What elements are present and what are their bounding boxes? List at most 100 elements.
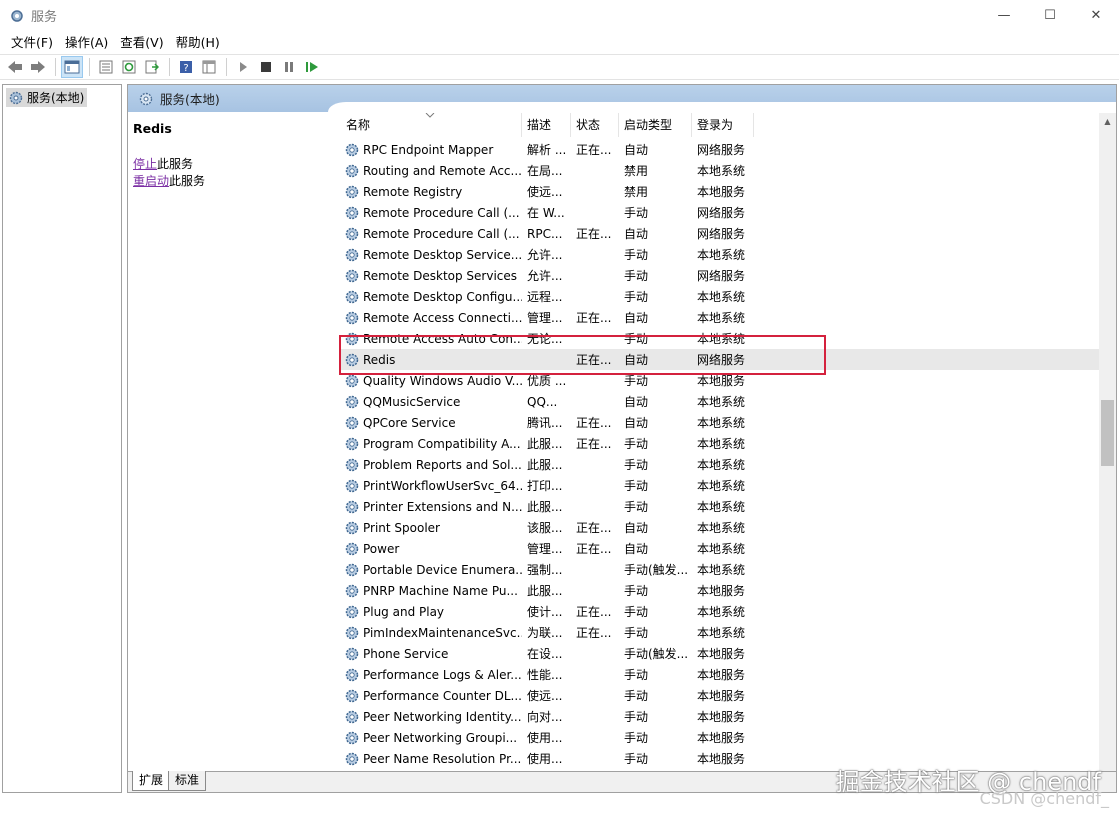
table-row[interactable]: QPCore Service 腾讯... 正在... 自动 本地系统	[341, 412, 1101, 433]
table-row[interactable]: Peer Networking Identity... 向对... 手动 本地服务	[341, 706, 1101, 727]
tab-extended[interactable]: 扩展	[132, 771, 171, 791]
service-desc-cell: 使用...	[527, 752, 563, 766]
table-row[interactable]: PrintWorkflowUserSvc_64... 打印... 手动 本地系统	[341, 475, 1101, 496]
service-name-cell: Remote Access Connecti...	[341, 310, 522, 326]
scroll-up-icon[interactable]: ▲	[1099, 113, 1116, 130]
toolbar: ?	[0, 54, 1119, 80]
table-row[interactable]: Portable Device Enumera... 强制... 手动(触发... 本…	[341, 559, 1101, 580]
help-icon[interactable]: ?	[175, 56, 197, 78]
service-startup-cell: 手动(触发...	[624, 563, 689, 577]
maximize-button[interactable]: ☐	[1027, 0, 1073, 31]
table-row[interactable]: Remote Desktop Configu... 远程... 手动 本地系统	[341, 286, 1101, 307]
table-row[interactable]: Peer Networking Groupi... 使用... 手动 本地服务	[341, 727, 1101, 748]
table-row[interactable]: Printer Extensions and N... 此服... 手动 本地系统	[341, 496, 1101, 517]
table-row[interactable]: Remote Registry 使远... 禁用 本地服务	[341, 181, 1101, 202]
service-gear-icon	[345, 311, 359, 324]
service-desc-cell: 腾讯...	[527, 416, 563, 430]
stop-service-icon[interactable]	[255, 56, 277, 78]
column-header-logon[interactable]: 登录为	[692, 113, 754, 137]
tree-node-services-local[interactable]: 服务(本地)	[6, 88, 88, 107]
column-header-startup[interactable]: 启动类型	[619, 113, 692, 137]
start-service-icon[interactable]	[232, 56, 254, 78]
service-desc-cell: 在 W...	[527, 206, 565, 220]
restart-service-suffix: 此服务	[169, 174, 206, 188]
service-name-cell: QPCore Service	[341, 415, 522, 431]
service-startup-cell: 手动	[624, 668, 649, 682]
table-row[interactable]: Routing and Remote Acc... 在局... 禁用 本地系统	[341, 160, 1101, 181]
table-row[interactable]: Program Compatibility A... 此服... 正在... 手动 本地…	[341, 433, 1101, 454]
service-startup-cell: 禁用	[624, 164, 649, 178]
menu-action[interactable]: 操作(A)	[59, 32, 114, 54]
table-row[interactable]: Remote Procedure Call (... 在 W... 手动 网络服务	[341, 202, 1101, 223]
table-row[interactable]: RPC Endpoint Mapper 解析 ... 正在... 自动 网络服务	[341, 139, 1101, 160]
restart-service-link[interactable]: 重启动	[133, 174, 169, 188]
table-row[interactable]: Plug and Play 使计... 正在... 手动 本地系统	[341, 601, 1101, 622]
table-row[interactable]: Problem Reports and Sol... 此服... 手动 本地系统	[341, 454, 1101, 475]
column-header-status[interactable]: 状态	[571, 113, 619, 137]
service-name-cell: Printer Extensions and N...	[341, 499, 522, 515]
sort-chevron-icon	[425, 113, 435, 118]
table-row[interactable]: Redis 正在... 自动 网络服务	[341, 349, 1101, 370]
service-status-cell: 正在...	[576, 437, 612, 451]
table-row[interactable]: Remote Desktop Services 允许... 手动 网络服务	[341, 265, 1101, 286]
service-desc-cell: 使远...	[527, 185, 563, 199]
service-status-cell: 正在...	[576, 626, 612, 640]
back-arrow-icon[interactable]	[4, 56, 26, 78]
service-logon-cell: 本地服务	[697, 584, 746, 598]
pause-service-icon[interactable]	[278, 56, 300, 78]
view-icon[interactable]	[198, 56, 220, 78]
service-name-cell: Remote Procedure Call (...	[341, 205, 522, 221]
table-row[interactable]: Remote Access Connecti... 管理... 正在... 自动 本地系…	[341, 307, 1101, 328]
refresh-icon[interactable]	[118, 56, 140, 78]
service-logon-cell: 本地系统	[697, 458, 746, 472]
column-header-desc[interactable]: 描述	[522, 113, 571, 137]
table-row[interactable]: PimIndexMaintenanceSvc... 为联... 正在... 手动 本地系…	[341, 622, 1101, 643]
service-startup-cell: 手动	[624, 374, 649, 388]
service-status-cell: 正在...	[576, 542, 612, 556]
forward-arrow-icon[interactable]	[27, 56, 49, 78]
toolbar-separator	[55, 58, 56, 76]
table-row[interactable]: Power 管理... 正在... 自动 本地系统	[341, 538, 1101, 559]
toolbar-separator	[226, 58, 227, 76]
table-row[interactable]: Remote Access Auto Con... 无论... 手动 本地系统	[341, 328, 1101, 349]
service-name-cell: Performance Counter DL...	[341, 688, 522, 704]
menu-view[interactable]: 查看(V)	[114, 32, 169, 54]
column-header-row: 名称 描述 状态 启动类型 登录为	[341, 113, 1101, 137]
table-row[interactable]: Quality Windows Audio V... 优质 ... 手动 本地服务	[341, 370, 1101, 391]
properties-icon[interactable]	[95, 56, 117, 78]
restart-service-icon[interactable]	[301, 56, 323, 78]
export-list-icon[interactable]	[141, 56, 163, 78]
table-row[interactable]: PNRP Machine Name Pu... 此服... 手动 本地服务	[341, 580, 1101, 601]
stop-service-link[interactable]: 停止	[133, 157, 157, 171]
table-row[interactable]: Phone Service 在设... 手动(触发... 本地服务	[341, 643, 1101, 664]
table-row[interactable]: Performance Logs & Aler... 性能... 手动 本地服务	[341, 664, 1101, 685]
column-header-name[interactable]: 名称	[341, 113, 522, 137]
tab-standard[interactable]: 标准	[168, 771, 207, 791]
service-name: RPC Endpoint Mapper	[363, 142, 494, 157]
service-logon-cell: 本地系统	[697, 563, 746, 577]
service-name: PimIndexMaintenanceSvc...	[363, 625, 522, 640]
table-row[interactable]: Remote Desktop Service... 允许... 手动 本地系统	[341, 244, 1101, 265]
services-gear-icon	[11, 9, 23, 22]
service-desc-cell: 此服...	[527, 437, 563, 451]
menu-help[interactable]: 帮助(H)	[170, 32, 226, 54]
service-gear-icon	[345, 353, 359, 366]
service-gear-icon	[345, 731, 359, 744]
table-row[interactable]: Print Spooler 该服... 正在... 自动 本地系统	[341, 517, 1101, 538]
service-logon-cell: 网络服务	[697, 143, 746, 157]
scrollbar-thumb[interactable]	[1101, 400, 1114, 466]
service-name-cell: Power	[341, 541, 522, 557]
table-row[interactable]: Remote Procedure Call (... RPC... 正在... 自动 网…	[341, 223, 1101, 244]
menu-bar: 文件(F) 操作(A) 查看(V) 帮助(H)	[0, 32, 1119, 54]
vertical-scrollbar[interactable]: ▲	[1099, 113, 1116, 771]
show-hide-console-tree-icon[interactable]	[61, 56, 83, 78]
service-name: Phone Service	[363, 646, 449, 661]
menu-file[interactable]: 文件(F)	[5, 32, 59, 54]
close-button[interactable]: ✕	[1073, 0, 1119, 31]
service-startup-cell: 自动	[624, 143, 649, 157]
minimize-button[interactable]: —	[981, 0, 1027, 31]
service-logon-cell: 本地系统	[697, 416, 746, 430]
service-gear-icon	[345, 395, 359, 408]
table-row[interactable]: QQMusicService QQ... 自动 本地系统	[341, 391, 1101, 412]
table-row[interactable]: Performance Counter DL... 使远... 手动 本地服务	[341, 685, 1101, 706]
